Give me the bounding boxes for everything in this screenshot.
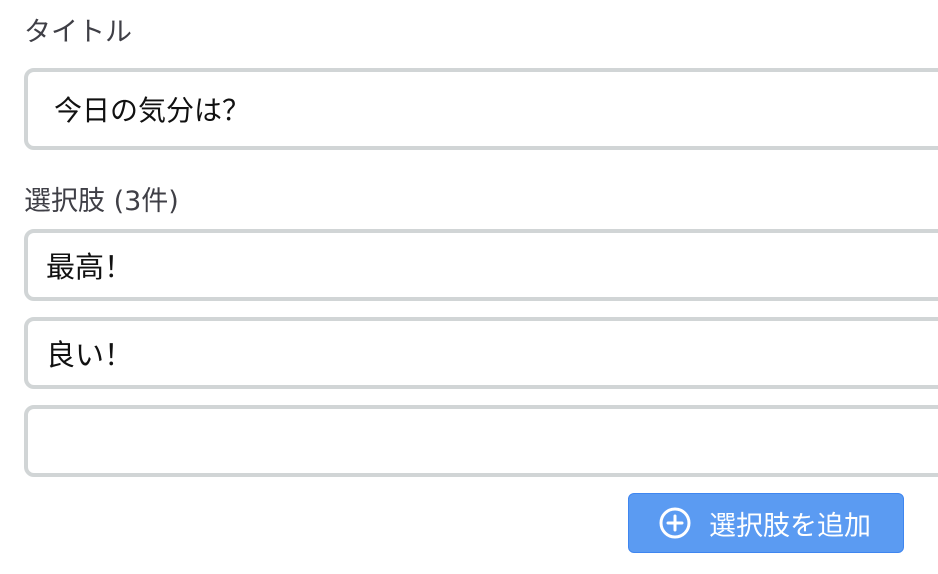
- add-option-button[interactable]: 選択肢を追加: [628, 493, 904, 553]
- option-input-2[interactable]: [24, 317, 938, 389]
- title-input[interactable]: [24, 68, 938, 150]
- option-input-1[interactable]: [24, 229, 938, 301]
- title-label: タイトル: [24, 17, 132, 48]
- option-input-3[interactable]: [24, 405, 938, 477]
- plus-circle-icon: [659, 507, 691, 539]
- poll-form: タイトル 選択肢 (3件) 選択肢を追加: [0, 0, 938, 574]
- add-option-button-label: 選択肢を追加: [709, 510, 871, 542]
- options-label: 選択肢 (3件): [24, 186, 179, 217]
